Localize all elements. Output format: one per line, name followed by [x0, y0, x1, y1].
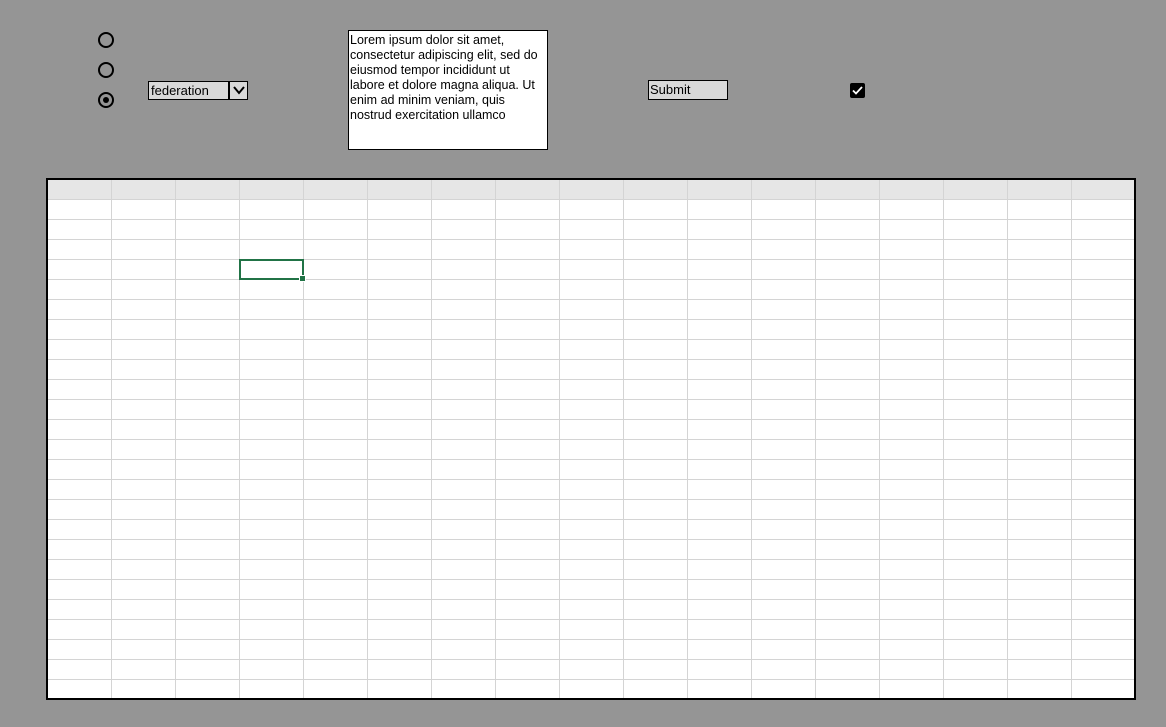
gridlines — [48, 180, 1134, 698]
submit-button[interactable]: Submit — [648, 80, 728, 100]
select-dropdown[interactable]: federation — [148, 81, 248, 100]
radio-option-3[interactable] — [98, 92, 114, 108]
spreadsheet-grid[interactable] — [46, 178, 1136, 700]
checkbox[interactable] — [850, 83, 865, 98]
fill-handle[interactable] — [299, 275, 306, 282]
checkmark-icon — [852, 86, 863, 95]
active-cell[interactable] — [239, 259, 306, 282]
chevron-down-icon[interactable] — [230, 82, 247, 99]
radio-option-1[interactable] — [98, 32, 114, 48]
text-area[interactable]: Lorem ipsum dolor sit amet, consectetur … — [348, 30, 548, 150]
dropdown-selected-value: federation — [149, 82, 230, 99]
radio-option-2[interactable] — [98, 62, 114, 78]
